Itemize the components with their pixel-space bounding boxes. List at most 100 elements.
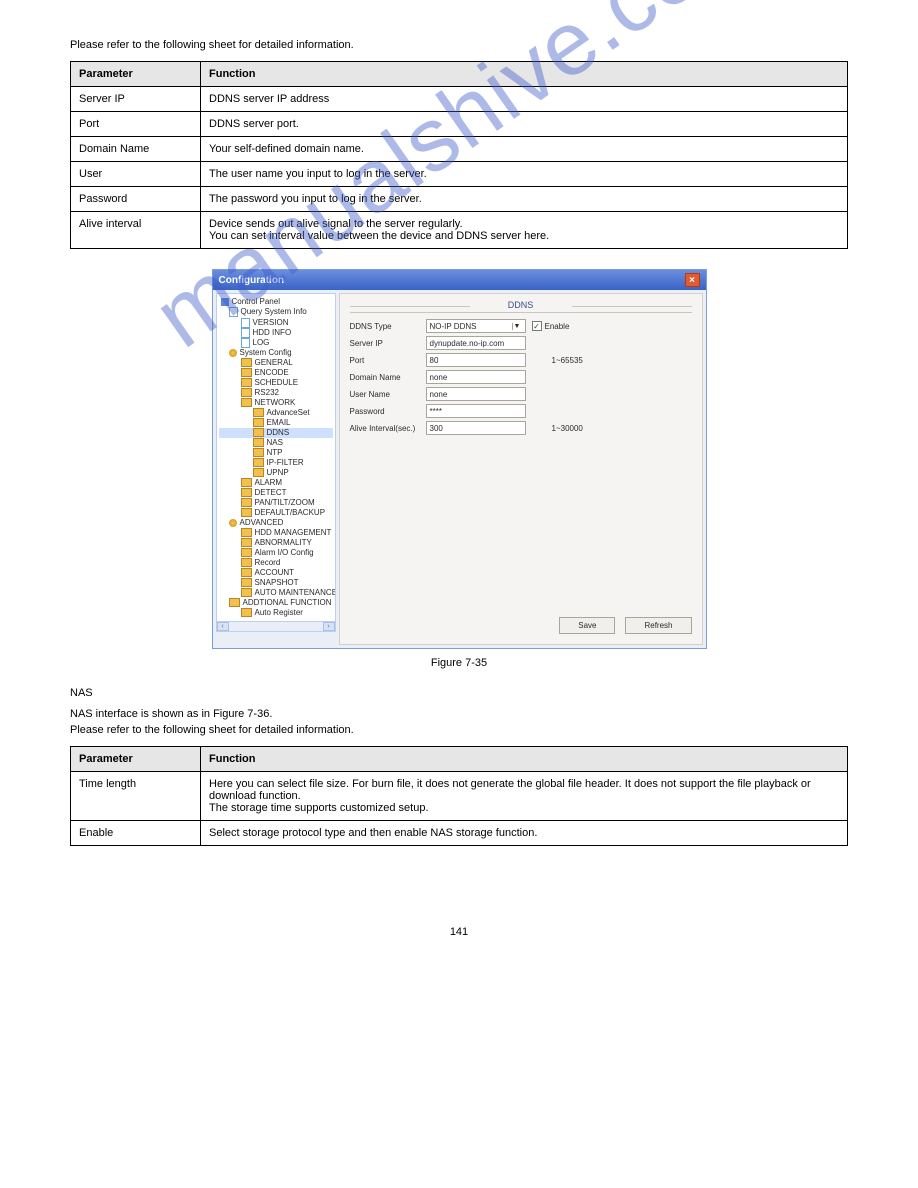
tree-nas[interactable]: NAS xyxy=(219,438,333,448)
nas-paragraph: NAS interface is shown as in Figure 7-36… xyxy=(70,707,848,738)
tree-ipfilter[interactable]: IP-FILTER xyxy=(219,458,333,468)
tree-network[interactable]: NETWORK xyxy=(219,398,333,408)
tree-advanced[interactable]: ADVANCED xyxy=(219,518,333,528)
tree-control-panel[interactable]: Control Panel xyxy=(219,297,333,307)
chevron-down-icon: ▼ xyxy=(512,323,522,330)
cell-func: DDNS server IP address xyxy=(201,87,848,112)
figure-caption: Figure 7-35 xyxy=(70,657,848,669)
label-port: Port xyxy=(350,356,426,365)
table-row: Alive intervalDevice sends out alive sig… xyxy=(71,212,848,249)
table-row: Server IPDDNS server IP address xyxy=(71,87,848,112)
tree-snapshot[interactable]: SNAPSHOT xyxy=(219,578,333,588)
tree-upnp[interactable]: UPNP xyxy=(219,468,333,478)
alive-hint: 1~30000 xyxy=(552,424,583,433)
table1-head-param: Parameter xyxy=(71,62,201,87)
cell-func: The password you input to log in the ser… xyxy=(201,187,848,212)
tree-advanceset[interactable]: AdvanceSet xyxy=(219,408,333,418)
tree-ptz[interactable]: PAN/TILT/ZOOM xyxy=(219,498,333,508)
checkbox-icon: ✓ xyxy=(532,321,542,331)
server-ip-input[interactable]: dynupdate.no-ip.com xyxy=(426,336,526,350)
alive-interval-input[interactable]: 300 xyxy=(426,421,526,435)
tree-email[interactable]: EMAIL xyxy=(219,418,333,428)
window-title: Configuration xyxy=(219,275,285,286)
user-name-input[interactable]: none xyxy=(426,387,526,401)
tree-log[interactable]: LOG xyxy=(219,338,333,348)
tree-sys-config[interactable]: System Config xyxy=(219,348,333,358)
ddns-type-select[interactable]: NO-IP DDNS ▼ xyxy=(426,319,526,333)
refresh-button[interactable]: Refresh xyxy=(625,617,691,634)
scroll-right-icon[interactable]: › xyxy=(323,622,335,631)
tree-scrollbar[interactable]: ‹ › xyxy=(216,622,336,632)
tree-alarm[interactable]: ALARM xyxy=(219,478,333,488)
close-icon[interactable]: × xyxy=(685,273,700,287)
ddns-panel: DDNS DDNS Type NO-IP DDNS ▼ ✓ Enable xyxy=(339,293,703,645)
table-row: Domain NameYour self-defined domain name… xyxy=(71,137,848,162)
tree-schedule[interactable]: SCHEDULE xyxy=(219,378,333,388)
cell-param: Enable xyxy=(71,821,201,846)
cell-param: Time length xyxy=(71,772,201,821)
save-button[interactable]: Save xyxy=(559,617,615,634)
tree-auto-maint[interactable]: AUTO MAINTENANCE xyxy=(219,588,333,598)
cell-param: Port xyxy=(71,112,201,137)
tree-auto-reg[interactable]: Auto Register xyxy=(219,608,333,618)
tree-general[interactable]: GENERAL xyxy=(219,358,333,368)
cell-func: Select storage protocol type and then en… xyxy=(201,821,848,846)
scroll-left-icon[interactable]: ‹ xyxy=(217,622,229,631)
nas-heading: NAS xyxy=(70,687,848,699)
enable-checkbox[interactable]: ✓ Enable xyxy=(532,321,570,331)
tree-default-backup[interactable]: DEFAULT/BACKUP xyxy=(219,508,333,518)
tree-add-func[interactable]: ADDTIONAL FUNCTION xyxy=(219,598,333,608)
table-row: PortDDNS server port. xyxy=(71,112,848,137)
tree-qsi[interactable]: Query System Info xyxy=(219,307,333,317)
tree-abnormality[interactable]: ABNORMALITY xyxy=(219,538,333,548)
cell-func: DDNS server port. xyxy=(201,112,848,137)
password-input[interactable]: **** xyxy=(426,404,526,418)
cell-func: Your self-defined domain name. xyxy=(201,137,848,162)
tree-record[interactable]: Record xyxy=(219,558,333,568)
table2-head-func: Function xyxy=(201,747,848,772)
tree-detect[interactable]: DETECT xyxy=(219,488,333,498)
intro-paragraph: Please refer to the following sheet for … xyxy=(70,38,848,53)
label-ddns-type: DDNS Type xyxy=(350,322,426,331)
label-domain-name: Domain Name xyxy=(350,373,426,382)
cell-func: The user name you input to log in the se… xyxy=(201,162,848,187)
cell-param: Domain Name xyxy=(71,137,201,162)
ddns-param-table: Parameter Function Server IPDDNS server … xyxy=(70,61,848,249)
ddns-type-value: NO-IP DDNS xyxy=(430,322,477,331)
nas-param-table: Parameter Function Time length Here you … xyxy=(70,746,848,846)
port-input[interactable]: 80 xyxy=(426,353,526,367)
tree-hdd-mgmt[interactable]: HDD MANAGEMENT xyxy=(219,528,333,538)
enable-label: Enable xyxy=(545,322,570,331)
label-user-name: User Name xyxy=(350,390,426,399)
tree-alarm-io[interactable]: Alarm I/O Config xyxy=(219,548,333,558)
label-password: Password xyxy=(350,407,426,416)
cell-func: Here you can select file size. For burn … xyxy=(201,772,848,821)
table-row: Time length Here you can select file siz… xyxy=(71,772,848,821)
tree-ddns[interactable]: DDNS xyxy=(219,428,333,438)
port-hint: 1~65535 xyxy=(552,356,583,365)
tree-encode[interactable]: ENCODE xyxy=(219,368,333,378)
domain-name-input[interactable]: none xyxy=(426,370,526,384)
tree-version[interactable]: VERSION xyxy=(219,318,333,328)
tree-ntp[interactable]: NTP xyxy=(219,448,333,458)
table2-head-param: Parameter xyxy=(71,747,201,772)
nav-tree[interactable]: Control Panel Query System Info VERSION … xyxy=(216,293,336,621)
panel-title: DDNS xyxy=(350,300,692,313)
tree-account[interactable]: ACCOUNT xyxy=(219,568,333,578)
cell-param: User xyxy=(71,162,201,187)
cell-param: Password xyxy=(71,187,201,212)
cell-param: Alive interval xyxy=(71,212,201,249)
cell-param: Server IP xyxy=(71,87,201,112)
page-number: 141 xyxy=(70,926,848,938)
config-screenshot: Configuration × Control Panel Query Syst… xyxy=(212,269,707,649)
window-titlebar: Configuration × xyxy=(213,270,706,290)
table1-head-func: Function xyxy=(201,62,848,87)
label-alive-interval: Alive Interval(sec.) xyxy=(350,424,426,433)
cell-func: Device sends out alive signal to the ser… xyxy=(201,212,848,249)
table-row: UserThe user name you input to log in th… xyxy=(71,162,848,187)
table-row: Enable Select storage protocol type and … xyxy=(71,821,848,846)
tree-rs232[interactable]: RS232 xyxy=(219,388,333,398)
table-row: PasswordThe password you input to log in… xyxy=(71,187,848,212)
label-server-ip: Server IP xyxy=(350,339,426,348)
tree-hdd-info[interactable]: HDD INFO xyxy=(219,328,333,338)
